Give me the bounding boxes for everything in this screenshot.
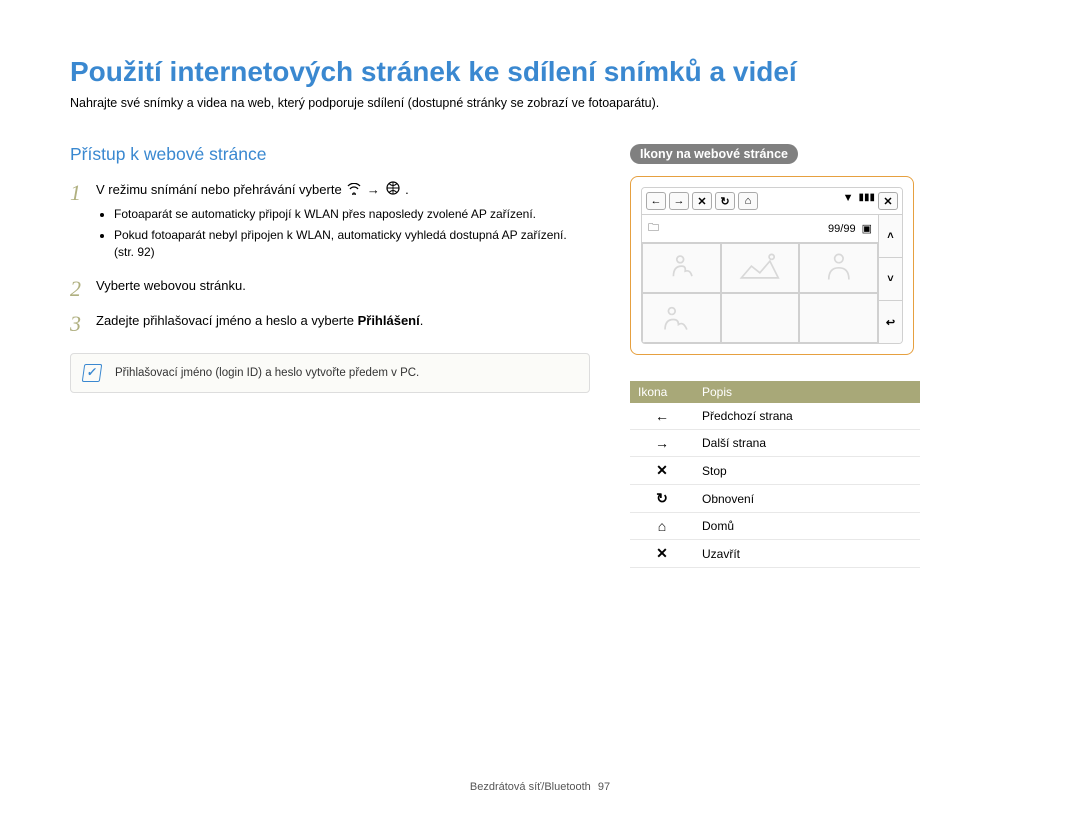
step-1-text: V režimu snímání nebo přehrávání vyberte… [96, 181, 590, 200]
thumbnail[interactable] [799, 293, 878, 343]
thumbnail[interactable] [799, 243, 878, 293]
browser-toolbar: ← → ✕ ↻ ⌂ ▼ ▮▮▮ ✕ [642, 188, 902, 215]
step-3: 3 Zadejte přihlašovací jméno a heslo a v… [70, 312, 590, 335]
table-row: ✕Stop [630, 457, 920, 485]
note-text: Přihlašovací jméno (login ID) a heslo vy… [115, 367, 419, 379]
row-glyph: ✕ [630, 457, 694, 485]
page-number: 97 [598, 781, 610, 793]
row-desc: Domů [694, 513, 920, 540]
step-3-bold: Přihlášení [358, 313, 420, 328]
battery-icon: ▮▮▮ [858, 192, 875, 210]
scroll-down-button[interactable]: ˅ [879, 258, 902, 301]
table-row: ✕Uzavřít [630, 540, 920, 568]
filter-icon: ▼ [843, 192, 854, 210]
footer-text: Bezdrátová síť/Bluetooth [470, 781, 591, 793]
back-button[interactable]: ← [646, 192, 666, 210]
table-row: ←Předchozí strana [630, 403, 920, 430]
card-icon: ▣ [862, 222, 872, 235]
row-desc: Uzavřít [694, 540, 920, 568]
th-icon: Ikona [630, 381, 694, 403]
row-desc: Stop [694, 457, 920, 485]
thumbnail[interactable] [642, 293, 721, 343]
thumbnail[interactable] [721, 243, 800, 293]
step-3-pre: Zadejte přihlašovací jméno a heslo a vyb… [96, 313, 358, 328]
row-glyph: → [630, 430, 694, 457]
step-1-bullet-0: Fotoaparát se automaticky připojí k WLAN… [114, 206, 590, 223]
row-desc: Předchozí strana [694, 403, 920, 430]
device-frame: ← → ✕ ↻ ⌂ ▼ ▮▮▮ ✕ 🗀 [630, 176, 914, 355]
right-column: Ikony na webové stránce ← → ✕ ↻ ⌂ ▼ ▮▮▮ … [630, 144, 1010, 568]
step-3-post: . [420, 313, 424, 328]
footer: Bezdrátová síť/Bluetooth 97 [0, 781, 1080, 793]
wifi-icon [347, 182, 361, 200]
row-glyph: ⌂ [630, 513, 694, 540]
thumbnail[interactable] [642, 243, 721, 293]
stop-button[interactable]: ✕ [692, 192, 712, 210]
step-number: 3 [70, 312, 96, 335]
row-glyph: ✕ [630, 540, 694, 568]
table-row: ↻Obnovení [630, 485, 920, 513]
forward-button[interactable]: → [669, 192, 689, 210]
row-glyph: ↻ [630, 485, 694, 513]
step-1-post: . [405, 182, 409, 197]
return-button[interactable]: ↩ [879, 301, 902, 343]
table-row: →Další strana [630, 430, 920, 457]
thumbnail[interactable] [721, 293, 800, 343]
step-2: 2 Vyberte webovou stránku. [70, 277, 590, 300]
icon-table: Ikona Popis ←Předchozí strana →Další str… [630, 381, 920, 568]
counter-text: 99/99 [828, 223, 856, 235]
page-title: Použití internetových stránek ke sdílení… [70, 56, 1010, 88]
note-icon: ✓ [82, 364, 103, 382]
home-button[interactable]: ⌂ [738, 192, 758, 210]
note-box: ✓ Přihlašovací jméno (login ID) a heslo … [70, 353, 590, 393]
row-glyph: ← [630, 403, 694, 430]
th-desc: Popis [694, 381, 920, 403]
section-heading: Přístup k webové stránce [70, 144, 590, 165]
close-button[interactable]: ✕ [878, 192, 898, 210]
reload-button[interactable]: ↻ [715, 192, 735, 210]
right-heading: Ikony na webové stránce [630, 144, 798, 164]
row-desc: Obnovení [694, 485, 920, 513]
step-1-bullet-1: Pokud fotoaparát nebyl připojen k WLAN, … [114, 227, 590, 261]
table-row: ⌂Domů [630, 513, 920, 540]
step-1: 1 V režimu snímání nebo přehrávání vyber… [70, 181, 590, 265]
left-column: Přístup k webové stránce 1 V režimu sním… [70, 144, 590, 568]
row-desc: Další strana [694, 430, 920, 457]
scroll-up-button[interactable]: ˄ [879, 215, 902, 258]
page-subtitle: Nahrajte své snímky a videa na web, kter… [70, 96, 1010, 110]
arrow-text: → [367, 182, 380, 197]
folder-icon: 🗀 [648, 219, 659, 238]
step-number: 2 [70, 277, 96, 300]
step-number: 1 [70, 181, 96, 265]
step-1-pre: V režimu snímání nebo přehrávání vyberte [96, 182, 345, 197]
globe-icon [386, 181, 400, 200]
step-3-text: Zadejte přihlašovací jméno a heslo a vyb… [96, 312, 590, 335]
step-2-text: Vyberte webovou stránku. [96, 277, 590, 300]
